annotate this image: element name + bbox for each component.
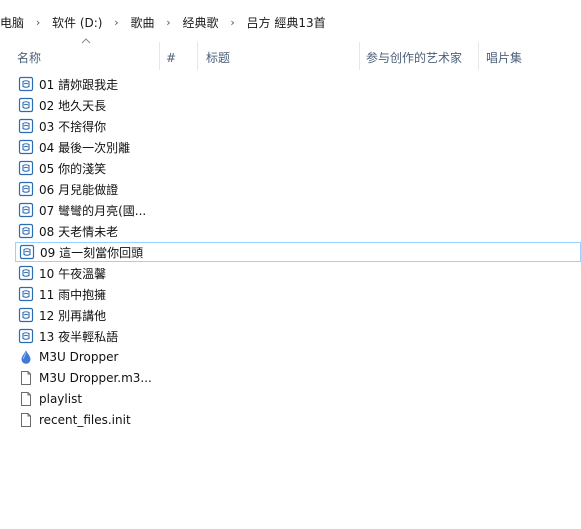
breadcrumb-item-drive-d[interactable]: 软件 (D:) xyxy=(52,12,108,33)
file-row[interactable]: 04 最後一次別離 xyxy=(15,137,581,157)
file-name[interactable]: 06 月兒能做證 xyxy=(39,181,118,198)
audio-file-icon xyxy=(17,327,35,345)
file-row[interactable]: playlist xyxy=(15,389,581,409)
column-title[interactable]: 标题 xyxy=(206,46,230,70)
chevron-right-icon[interactable]: › xyxy=(30,16,52,29)
audio-file-icon xyxy=(17,180,35,198)
file-row[interactable]: recent_files.init xyxy=(15,410,581,430)
file-name[interactable]: 04 最後一次別離 xyxy=(39,139,130,156)
chevron-right-icon[interactable]: › xyxy=(161,16,183,29)
file-name[interactable]: 07 彎彎的月亮(國... xyxy=(39,202,146,219)
file-name[interactable]: 12 別再講他 xyxy=(39,307,106,324)
file-row[interactable]: 10 午夜溫馨 xyxy=(15,263,581,283)
chevron-right-icon[interactable]: › xyxy=(108,16,130,29)
file-name[interactable]: 09 這一刻當你回頭 xyxy=(40,244,143,261)
column-divider[interactable] xyxy=(359,42,360,70)
column-header: 名称 # 标题 参与创作的艺术家 唱片集 xyxy=(0,36,581,72)
file-name[interactable]: 08 天老情未老 xyxy=(39,223,118,240)
file-name[interactable]: 03 不捨得你 xyxy=(39,118,106,135)
audio-file-icon xyxy=(17,159,35,177)
audio-file-icon xyxy=(17,75,35,93)
file-row[interactable]: M3U Dropper.m3... xyxy=(15,368,581,388)
chevron-right-icon[interactable]: › xyxy=(225,16,247,29)
file-row[interactable]: M3U Dropper xyxy=(15,347,581,367)
file-row[interactable]: 01 請妳跟我走 xyxy=(15,74,581,94)
file-name[interactable]: 05 你的淺笑 xyxy=(39,160,106,177)
breadcrumb-item-computer[interactable]: 电脑 xyxy=(0,12,30,33)
column-divider[interactable] xyxy=(478,42,479,70)
breadcrumb-item-classic-songs[interactable]: 经典歌 xyxy=(183,12,225,33)
file-row[interactable]: 03 不捨得你 xyxy=(15,116,581,136)
document-file-icon xyxy=(17,390,35,408)
audio-file-icon xyxy=(17,285,35,303)
column-album[interactable]: 唱片集 xyxy=(486,46,522,70)
file-name[interactable]: M3U Dropper.m3... xyxy=(39,371,152,385)
file-row[interactable]: 05 你的淺笑 xyxy=(15,158,581,178)
audio-file-icon xyxy=(17,117,35,135)
file-name[interactable]: playlist xyxy=(39,392,82,406)
sort-ascending-icon xyxy=(81,38,91,44)
file-name[interactable]: 13 夜半輕私語 xyxy=(39,328,118,345)
audio-file-icon xyxy=(17,96,35,114)
document-file-icon xyxy=(17,411,35,429)
audio-file-icon xyxy=(17,138,35,156)
document-file-icon xyxy=(17,369,35,387)
file-row-selected[interactable]: 09 這一刻當你回頭 xyxy=(15,242,581,262)
column-divider[interactable] xyxy=(197,42,198,70)
audio-file-icon xyxy=(17,264,35,282)
file-name[interactable]: 01 請妳跟我走 xyxy=(39,76,118,93)
breadcrumb-item-songs[interactable]: 歌曲 xyxy=(130,12,160,33)
file-name[interactable]: 10 午夜溫馨 xyxy=(39,265,106,282)
file-name[interactable]: 11 雨中抱擁 xyxy=(39,286,106,303)
column-contributing-artists[interactable]: 参与创作的艺术家 xyxy=(366,46,462,70)
breadcrumb-item-current-folder[interactable]: 吕方 經典13首 xyxy=(247,12,332,33)
column-divider[interactable] xyxy=(159,42,160,70)
column-number[interactable]: # xyxy=(166,46,176,70)
file-row[interactable]: 08 天老情未老 xyxy=(15,221,581,241)
file-row[interactable]: 06 月兒能做證 xyxy=(15,179,581,199)
file-row[interactable]: 07 彎彎的月亮(國... xyxy=(15,200,581,220)
audio-file-icon xyxy=(18,243,36,261)
file-name[interactable]: 02 地久天長 xyxy=(39,97,106,114)
file-name[interactable]: recent_files.init xyxy=(39,413,131,427)
audio-file-icon xyxy=(17,306,35,324)
app-drop-icon xyxy=(17,348,35,366)
file-row[interactable]: 13 夜半輕私語 xyxy=(15,326,581,346)
file-row[interactable]: 12 別再講他 xyxy=(15,305,581,325)
column-name[interactable]: 名称 xyxy=(17,46,41,70)
file-row[interactable]: 11 雨中抱擁 xyxy=(15,284,581,304)
audio-file-icon xyxy=(17,201,35,219)
file-row[interactable]: 02 地久天長 xyxy=(15,95,581,115)
audio-file-icon xyxy=(17,222,35,240)
file-name[interactable]: M3U Dropper xyxy=(39,350,118,364)
